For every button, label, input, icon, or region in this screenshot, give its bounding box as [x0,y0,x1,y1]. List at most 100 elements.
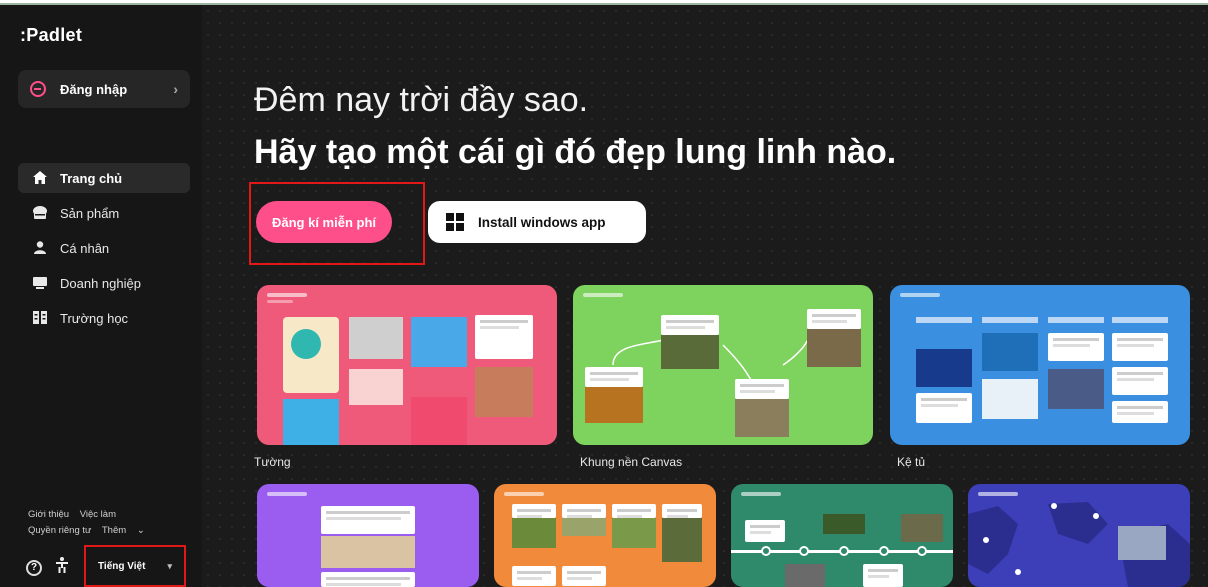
card-tile [807,329,861,367]
card-note [321,506,415,534]
about-link[interactable]: Giới thiệu [28,509,69,520]
business-icon [32,276,48,290]
card-tile [735,399,789,437]
timeline-dot [761,546,771,556]
timeline-dot [879,546,889,556]
hero-heading: Đêm nay trời đầy sao. [254,81,589,119]
sidebar-item-personal[interactable]: Cá nhân [18,233,190,263]
card-note [735,379,789,399]
template-card-wall[interactable] [257,285,557,445]
card-tile [512,518,556,548]
sidebar-item-home[interactable]: Trang chủ [18,163,190,193]
windows-icon [446,213,464,231]
template-card-shelf[interactable] [890,285,1190,445]
footer-links: Giới thiệu Việc làm Quyền riêng tư Thêm … [28,507,161,539]
card-tile [321,536,415,568]
card-tile [785,564,825,587]
card-header-bar [504,492,544,496]
timeline-dot [839,546,849,556]
template-card-map[interactable] [968,484,1190,587]
card-tile [411,397,467,445]
card-tile [823,514,865,534]
card-note [916,393,972,423]
install-windows-app-button[interactable]: Install windows app [428,201,646,243]
jobs-link[interactable]: Việc làm [80,509,116,520]
template-card-grid[interactable] [494,484,716,587]
caret-down-icon: ▾ [167,560,172,571]
more-label: Thêm [101,525,127,536]
login-icon [30,81,46,97]
chevron-down-icon: ⌄ [136,525,145,536]
card-tile [901,514,943,542]
privacy-link[interactable]: Quyền riêng tư [28,525,91,536]
card-note [662,504,702,518]
card-note [585,367,643,387]
card-note [661,315,719,335]
card-tile [916,349,972,387]
template-caption: Khung nền Canvas [580,455,683,469]
card-tile [982,379,1038,419]
card-note [612,504,656,518]
login-label: Đăng nhập [60,81,128,97]
card-tile [562,518,606,536]
card-tile [982,333,1038,371]
sidebar-item-label: Trang chủ [60,170,123,186]
sidebar-nav: Trang chủ Sản phẩm Cá nhân Doanh nghiệp … [18,163,190,338]
card-tile [283,399,339,445]
card-tile [585,387,643,423]
card-note [512,566,556,586]
sidebar-item-products[interactable]: Sản phẩm [18,198,190,228]
main-content: Đêm nay trời đầy sao. Hãy tạo một cái gì… [202,5,1208,587]
sidebar: :Padlet Đăng nhập › Trang chủ Sản phẩm C… [0,5,202,587]
template-card-stream[interactable] [257,484,479,587]
sidebar-item-label: Sản phẩm [60,205,120,221]
card-tile [982,317,1038,323]
language-label: Tiếng Việt [98,560,146,572]
chevron-right-icon: › [173,81,178,97]
card-tile [1112,317,1168,323]
timeline-dot [799,546,809,556]
language-selector[interactable]: Tiếng Việt ▾ [84,545,186,587]
card-note [807,309,861,329]
sidebar-item-business[interactable]: Doanh nghiệp [18,268,190,298]
login-button[interactable]: Đăng nhập › [18,70,190,108]
card-note [562,566,606,586]
template-card-timeline[interactable] [731,484,953,587]
help-icon[interactable]: ? [26,559,42,576]
sidebar-item-school[interactable]: Trường học [18,303,190,333]
hero-subheading: Hãy tạo một cái gì đó đẹp lung linh nào. [254,133,897,171]
card-tile [411,317,467,367]
more-menu[interactable]: Thêm ⌄ [102,525,153,536]
bottom-icons: ? [26,557,68,578]
card-note [1112,401,1168,423]
signup-free-button[interactable]: Đăng kí miễn phí [256,201,392,243]
school-icon [32,311,48,325]
card-tile [916,317,972,323]
accessibility-icon[interactable] [56,557,68,578]
card-note [475,315,533,359]
card-tile [661,335,719,369]
card-header-bar [900,293,940,297]
sidebar-item-label: Doanh nghiệp [60,275,141,291]
card-note [863,564,903,587]
template-card-canvas[interactable] [573,285,873,445]
template-caption: Kệ tủ [897,455,926,469]
sidebar-item-label: Cá nhân [60,240,110,256]
card-tile [1048,369,1104,409]
card-note [1112,367,1168,395]
card-tile [1118,526,1166,560]
padlet-logo[interactable]: :Padlet [20,25,82,46]
card-tile [291,329,321,359]
person-icon [32,241,48,255]
card-note [562,504,606,518]
card-tile [612,518,656,548]
card-header-bar [741,492,781,496]
install-label: Install windows app [478,214,606,230]
home-icon [32,171,48,185]
card-tile [349,317,403,359]
card-tile [349,369,403,405]
card-note [1112,333,1168,361]
sidebar-item-label: Trường học [60,310,129,326]
card-tile [1048,317,1104,323]
card-tile [475,367,533,417]
